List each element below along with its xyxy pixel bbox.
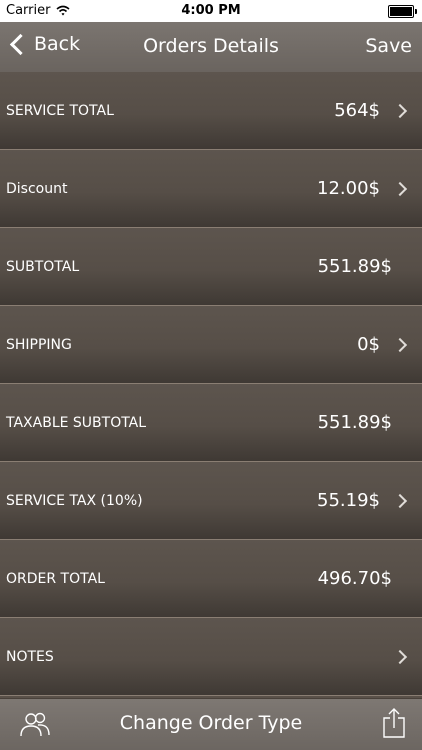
row-value: 496.70$ bbox=[317, 568, 392, 589]
row-label: Discount bbox=[6, 181, 68, 197]
row-service-tax[interactable]: SERVICE TAX (10%) 55.19$ bbox=[0, 462, 422, 540]
row-label: SHIPPING bbox=[6, 337, 72, 353]
navigation-bar: Back Orders Details Save bbox=[0, 22, 422, 73]
row-label: SERVICE TAX (10%) bbox=[6, 493, 143, 509]
row-value: 551.89$ bbox=[317, 256, 392, 277]
chevron-right-icon bbox=[392, 649, 408, 665]
share-icon[interactable] bbox=[382, 708, 406, 738]
row-notes[interactable]: NOTES bbox=[0, 618, 422, 696]
row-label: TAXABLE SUBTOTAL bbox=[6, 415, 147, 431]
row-taxable-subtotal: TAXABLE SUBTOTAL 551.89$ bbox=[0, 384, 422, 462]
row-discount[interactable]: Discount 12.00$ bbox=[0, 150, 422, 228]
page-title: Orders Details bbox=[143, 35, 279, 57]
row-label: SERVICE TOTAL bbox=[6, 103, 114, 119]
row-shipping[interactable]: SHIPPING 0$ bbox=[0, 306, 422, 384]
chevron-right-icon bbox=[392, 337, 408, 353]
row-order-total: ORDER TOTAL 496.70$ bbox=[0, 540, 422, 618]
row-value: 551.89$ bbox=[317, 412, 392, 433]
bottom-toolbar: Change Order Type bbox=[0, 698, 422, 750]
order-details-list: SERVICE TOTAL 564$ Discount 12.00$ SUBTO… bbox=[0, 72, 422, 696]
row-value: 12.00$ bbox=[317, 178, 380, 199]
row-value: 0$ bbox=[357, 334, 380, 355]
chevron-right-icon bbox=[392, 493, 408, 509]
row-label: SUBTOTAL bbox=[6, 259, 80, 275]
chevron-right-icon bbox=[392, 181, 408, 197]
save-button[interactable]: Save bbox=[365, 35, 412, 57]
chevron-right-icon bbox=[392, 103, 408, 119]
row-service-total[interactable]: SERVICE TOTAL 564$ bbox=[0, 72, 422, 150]
row-value: 55.19$ bbox=[317, 490, 380, 511]
row-label: NOTES bbox=[6, 649, 54, 665]
battery-icon bbox=[388, 5, 417, 18]
change-order-type-button[interactable]: Change Order Type bbox=[0, 712, 422, 734]
status-time: 4:00 PM bbox=[181, 3, 241, 18]
status-bar: Carrier 4:00 PM bbox=[0, 0, 422, 22]
row-value: 564$ bbox=[334, 100, 380, 121]
row-subtotal: SUBTOTAL 551.89$ bbox=[0, 228, 422, 306]
row-label: ORDER TOTAL bbox=[6, 571, 105, 587]
